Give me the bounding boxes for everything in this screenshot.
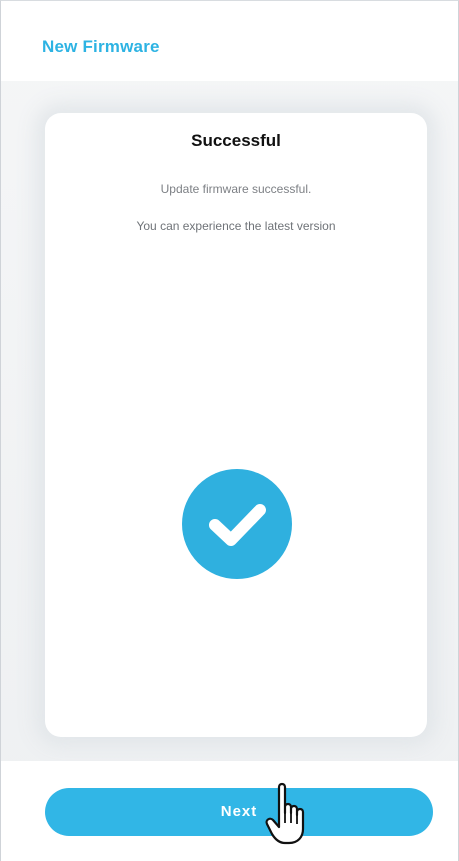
next-button[interactable]: Next bbox=[45, 788, 433, 836]
checkmark-circle-icon bbox=[182, 469, 292, 579]
status-message: Update firmware successful. bbox=[160, 182, 312, 196]
hand-pointer-icon bbox=[265, 779, 311, 849]
header: New Firmware bbox=[1, 1, 458, 81]
screen: New Firmware Successful Update firmware … bbox=[0, 0, 459, 861]
status-title: Successful bbox=[191, 131, 281, 150]
page-title: New Firmware bbox=[42, 37, 160, 56]
status-submessage: You can experience the latest version bbox=[136, 219, 336, 233]
status-card: Successful Update firmware successful. Y… bbox=[45, 113, 427, 737]
